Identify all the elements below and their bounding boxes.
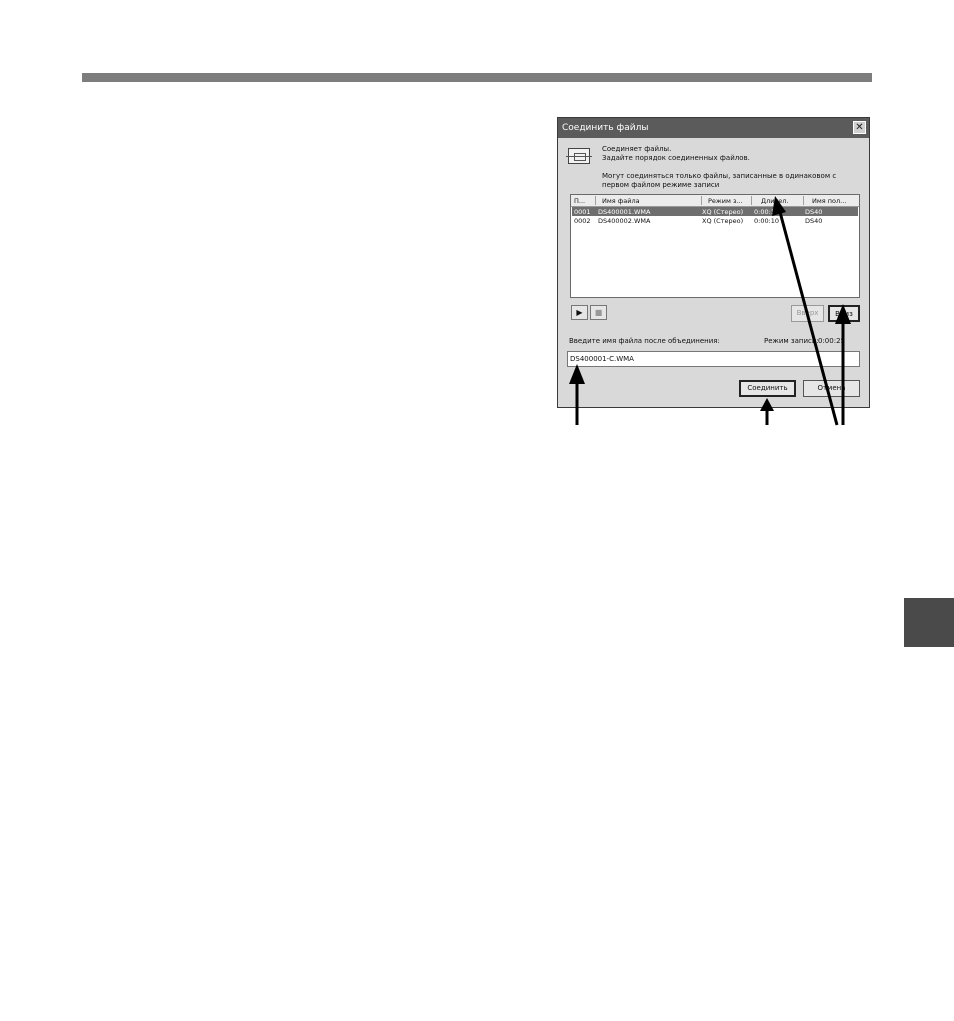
arrow-head-down (835, 304, 851, 324)
arrow-head-filename (569, 364, 585, 384)
arrow-to-file-row (778, 211, 839, 426)
arrow-head-row (772, 196, 786, 216)
arrow-head-join (760, 398, 774, 411)
callout-arrows (569, 196, 851, 426)
